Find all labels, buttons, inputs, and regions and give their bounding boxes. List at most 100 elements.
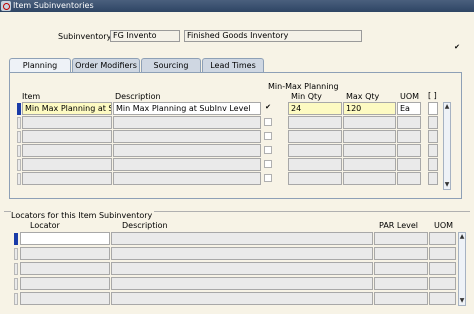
planning-empty-cell[interactable] (428, 130, 438, 143)
minmax-planning-checkbox[interactable] (264, 118, 272, 126)
locator-cell[interactable] (429, 292, 456, 305)
planning-empty-cell[interactable] (397, 116, 421, 129)
tab-sourcing[interactable]: Sourcing (141, 58, 201, 72)
row-marker[interactable] (17, 131, 21, 143)
locator-cell[interactable] (20, 292, 110, 305)
planning-vertical-scrollbar[interactable]: ▲ ▼ (443, 102, 451, 190)
planning-empty-cell[interactable] (428, 172, 438, 185)
planning-empty-cell[interactable] (22, 158, 112, 171)
down-arrow-icon[interactable]: ▼ (444, 181, 450, 189)
up-arrow-icon[interactable]: ▲ (459, 233, 465, 241)
planning-empty-cell[interactable] (397, 144, 421, 157)
row-marker[interactable] (17, 173, 21, 185)
item-column-header: Item (22, 92, 41, 101)
par-level-column-header: PAR Level (379, 221, 419, 230)
locator-description-column-header: Description (122, 221, 168, 230)
planning-empty-cell[interactable] (343, 130, 396, 143)
planning-empty-cell[interactable] (397, 172, 421, 185)
uom-column-header: UOM (400, 92, 420, 101)
locator-row-marker[interactable] (14, 263, 18, 275)
locator-cell[interactable] (111, 232, 373, 245)
planning-empty-cell[interactable] (397, 130, 421, 143)
planning-empty-cell[interactable] (397, 158, 421, 171)
planning-empty-cell[interactable] (113, 172, 261, 185)
locator-row-marker-current[interactable] (14, 233, 18, 245)
max-qty-cell[interactable]: 120 (343, 102, 396, 115)
min-qty-cell[interactable]: 24 (288, 102, 342, 115)
locators-section-title: Locators for this Item Subinventory (11, 211, 155, 220)
row-marker[interactable] (17, 145, 21, 157)
planning-empty-cell[interactable] (113, 144, 261, 157)
window-title-bar: Item Subinventories (0, 0, 474, 12)
locator-cell[interactable] (374, 232, 428, 245)
planning-empty-cell[interactable] (22, 130, 112, 143)
minmax-planning-checkbox[interactable] (264, 160, 272, 168)
planning-empty-cell[interactable] (288, 144, 342, 157)
planning-empty-cell[interactable] (288, 158, 342, 171)
planning-empty-cell[interactable] (288, 130, 342, 143)
oracle-app-icon[interactable] (1, 1, 11, 11)
folder-bracket-button[interactable]: [ ] (428, 91, 437, 100)
locator-cell[interactable] (111, 292, 373, 305)
down-arrow-icon[interactable]: ▼ (459, 297, 465, 305)
subinventory-description-field[interactable]: Finished Goods Inventory (184, 30, 362, 42)
locator-row-marker[interactable] (14, 248, 18, 260)
header-checkbox[interactable]: ✔ (453, 44, 461, 52)
minmax-planning-checkbox[interactable]: ✔ (264, 104, 272, 112)
locator-cell[interactable] (374, 262, 428, 275)
planning-empty-cell[interactable] (22, 116, 112, 129)
locator-row-marker[interactable] (14, 278, 18, 290)
item-cell[interactable]: Min Max Planning at Su (22, 102, 112, 115)
planning-empty-cell[interactable] (113, 130, 261, 143)
locator-cell[interactable] (20, 232, 110, 245)
planning-empty-cell[interactable] (113, 158, 261, 171)
locator-cell[interactable] (111, 277, 373, 290)
locator-cell[interactable] (20, 277, 110, 290)
planning-empty-cell[interactable] (343, 172, 396, 185)
planning-empty-cell[interactable] (343, 158, 396, 171)
planning-empty-cell[interactable] (428, 144, 438, 157)
locators-vertical-scrollbar[interactable]: ▲ ▼ (458, 232, 466, 306)
locator-cell[interactable] (111, 247, 373, 260)
descriptive-flex-cell[interactable] (428, 102, 438, 115)
planning-empty-cell[interactable] (343, 144, 396, 157)
locator-cell[interactable] (20, 262, 110, 275)
locator-cell[interactable] (429, 247, 456, 260)
description-column-header: Description (115, 92, 161, 101)
locator-cell[interactable] (429, 262, 456, 275)
locator-cell[interactable] (429, 277, 456, 290)
minmax-planning-header: Min-Max Planning (268, 82, 339, 91)
locator-cell[interactable] (429, 232, 456, 245)
uom-cell[interactable]: Ea (397, 102, 421, 115)
max-qty-column-header: Max Qty (346, 92, 380, 101)
locator-cell[interactable] (374, 292, 428, 305)
locator-cell[interactable] (374, 277, 428, 290)
minmax-planning-checkbox[interactable] (264, 146, 272, 154)
planning-empty-cell[interactable] (22, 144, 112, 157)
up-arrow-icon[interactable]: ▲ (444, 103, 450, 111)
description-cell[interactable]: Min Max Planning at SubInv Level (113, 102, 261, 115)
locator-uom-column-header: UOM (434, 221, 454, 230)
tab-order-modifiers[interactable]: Order Modifiers (72, 58, 140, 72)
row-marker-current[interactable] (17, 103, 21, 115)
planning-empty-cell[interactable] (22, 172, 112, 185)
minmax-planning-checkbox[interactable] (264, 174, 272, 182)
locator-column-header: Locator (30, 221, 60, 230)
planning-empty-cell[interactable] (113, 116, 261, 129)
planning-empty-cell[interactable] (343, 116, 396, 129)
minmax-planning-checkbox[interactable] (264, 132, 272, 140)
row-marker[interactable] (17, 117, 21, 129)
locator-row-marker[interactable] (14, 293, 18, 305)
subinventory-code-field[interactable]: FG Invento (110, 30, 180, 42)
locator-cell[interactable] (374, 247, 428, 260)
window-title: Item Subinventories (13, 1, 94, 10)
planning-empty-cell[interactable] (288, 172, 342, 185)
planning-empty-cell[interactable] (428, 158, 438, 171)
locator-cell[interactable] (20, 247, 110, 260)
tab-planning[interactable]: Planning (9, 58, 71, 72)
tab-lead-times[interactable]: Lead Times (202, 58, 264, 72)
locator-cell[interactable] (111, 262, 373, 275)
row-marker[interactable] (17, 159, 21, 171)
planning-empty-cell[interactable] (288, 116, 342, 129)
planning-empty-cell[interactable] (428, 116, 438, 129)
